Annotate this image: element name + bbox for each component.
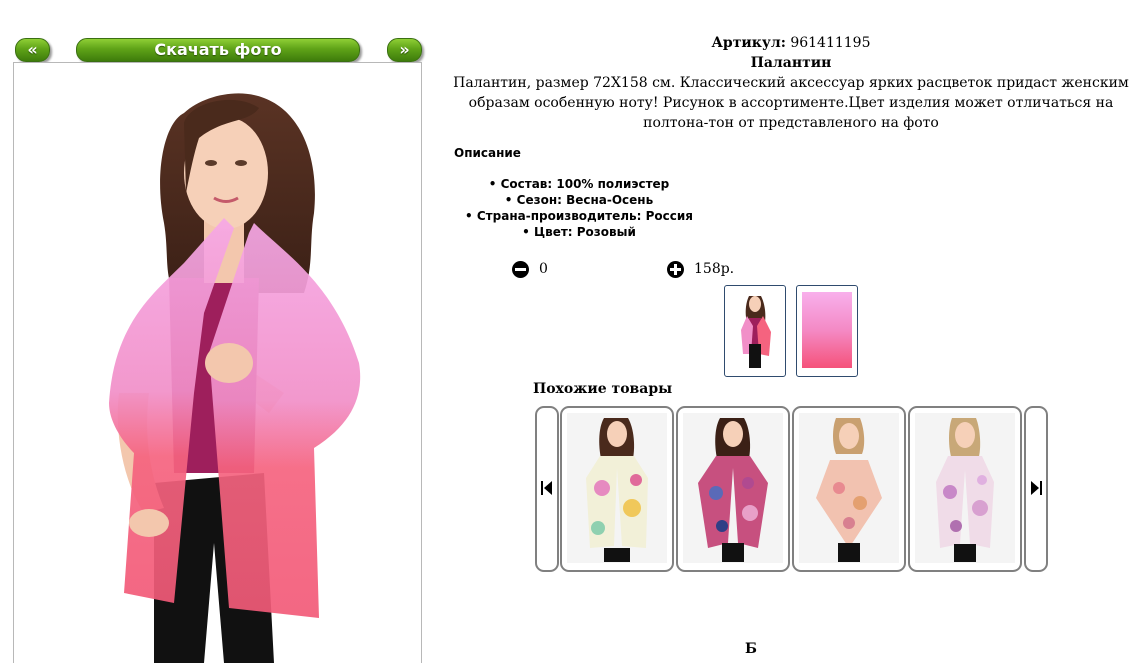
spec-list: Состав: 100% полиэстер Сезон: Весна-Осен… <box>454 176 704 240</box>
thumbnail-model-image <box>741 296 771 368</box>
similar-product-image <box>799 413 899 563</box>
similar-product-image <box>915 413 1015 563</box>
spec-item-color: Цвет: Розовый <box>454 224 704 240</box>
product-name: Палантин <box>750 55 832 71</box>
model-illustration <box>109 93 361 663</box>
next-photo-button[interactable]: » <box>387 38 422 62</box>
similar-products-heading: Похожие товары <box>533 381 673 397</box>
decrease-quantity-icon[interactable] <box>512 261 529 278</box>
spec-item-composition: Состав: 100% полиэстер <box>454 176 704 192</box>
price-value: 158р. <box>694 261 735 277</box>
spec-item-country: Страна-производитель: Россия <box>454 208 704 224</box>
similar-product-card[interactable] <box>560 406 674 572</box>
increase-quantity-icon[interactable] <box>667 261 684 278</box>
article-line: Артикул: 961411195 <box>452 33 1130 53</box>
article-label: Артикул: <box>711 35 786 51</box>
thumbnail-scarf-image <box>802 292 852 368</box>
skip-forward-icon <box>1031 481 1042 495</box>
similar-product-card[interactable] <box>792 406 906 572</box>
quantity-value: 0 <box>539 261 548 277</box>
main-product-photo <box>13 62 422 663</box>
carousel-prev-button[interactable] <box>535 406 559 572</box>
product-description: Палантин, размер 72Х158 см. Классический… <box>453 75 1129 131</box>
similar-product-image <box>567 413 667 563</box>
similar-product-card[interactable] <box>908 406 1022 572</box>
description-heading: Описание <box>454 146 521 160</box>
thumbnail-model-photo[interactable] <box>724 285 786 377</box>
similar-product-card[interactable] <box>676 406 790 572</box>
spec-item-season: Сезон: Весна-Осень <box>454 192 704 208</box>
carousel-next-button[interactable] <box>1024 406 1048 572</box>
prev-photo-button[interactable]: « <box>15 38 50 62</box>
product-info: Артикул: 961411195 Палантин Палантин, ра… <box>452 33 1130 133</box>
article-value: 961411195 <box>790 35 871 51</box>
download-photo-button[interactable]: Скачать фото <box>76 38 360 62</box>
thumbnail-scarf-photo[interactable] <box>796 285 858 377</box>
similar-product-image <box>683 413 783 563</box>
skip-back-icon <box>541 481 552 495</box>
footer-heading: Б <box>745 641 757 657</box>
